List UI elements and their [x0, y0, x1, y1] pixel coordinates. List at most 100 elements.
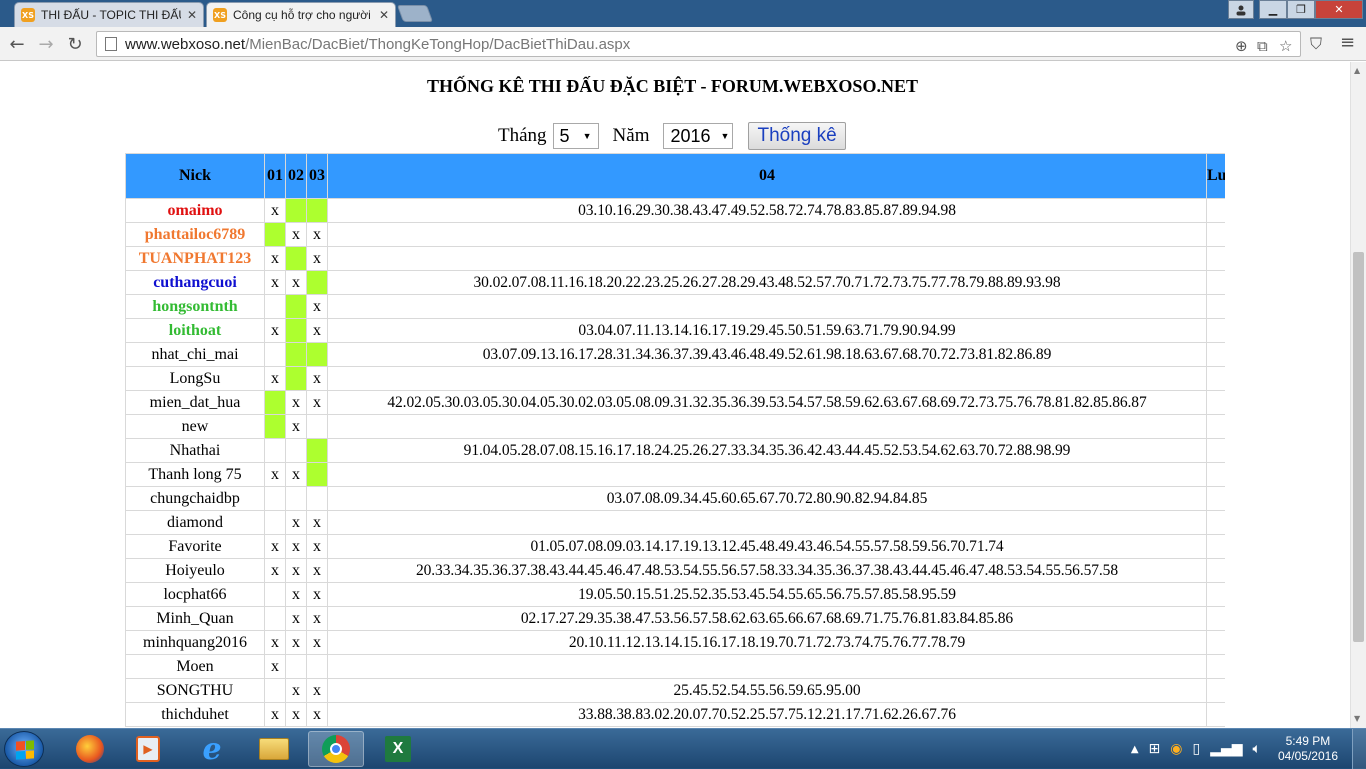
nick-cell[interactable]: LongSu: [125, 366, 265, 391]
maximize-button[interactable]: ❐: [1287, 0, 1315, 19]
reload-icon: ↻: [67, 33, 83, 55]
taskbar-firefox[interactable]: [62, 731, 118, 767]
year-select[interactable]: 2016 ▼: [663, 123, 734, 149]
results-table-container: Nick 01 02 03 04 Lư omaimo x 03.10.16.29.3…: [125, 153, 1225, 728]
taskbar-file-explorer[interactable]: [246, 731, 302, 767]
table-row: hongsontnth x: [125, 294, 1225, 319]
app-tray-icon[interactable]: ◉: [1170, 741, 1182, 757]
nick-cell[interactable]: new: [125, 414, 265, 439]
nick-cell[interactable]: nhat_chi_mai: [125, 342, 265, 367]
nick-cell[interactable]: cuthangcuoi: [125, 270, 265, 295]
show-hidden-icons-icon[interactable]: ▲: [1131, 744, 1139, 755]
nick-cell[interactable]: chungchaidbp: [125, 486, 265, 511]
nick-cell[interactable]: TUANPHAT123: [125, 246, 265, 271]
nick-cell[interactable]: Favorite: [125, 534, 265, 559]
taskbar-chrome[interactable]: [308, 731, 364, 767]
day-04-numbers-cell: 42.02.05.30.03.05.30.04.05.30.02.03.05.0…: [327, 390, 1207, 415]
day-01-cell: [264, 510, 286, 535]
day-02-cell: x: [285, 390, 307, 415]
scroll-thumb[interactable]: [1353, 252, 1364, 642]
nick-cell[interactable]: loithoat: [125, 318, 265, 343]
reload-button[interactable]: ↻: [64, 33, 86, 55]
nick-cell[interactable]: Hoiyeulo: [125, 558, 265, 583]
nick-cell[interactable]: SONGTHU: [125, 678, 265, 703]
dropdown-arrow-icon: ▼: [582, 131, 592, 141]
nick-cell[interactable]: Minh_Quan: [125, 606, 265, 631]
day-02-cell: [285, 246, 307, 271]
day-03-cell: x: [306, 630, 328, 655]
day-02-cell: x: [285, 630, 307, 655]
day-01-cell: x: [264, 462, 286, 487]
show-desktop-button[interactable]: [1352, 729, 1366, 769]
table-row: Hoiyeulo x x x 20.33.34.35.36.37.38.43.44.45…: [125, 558, 1225, 583]
nick-cell[interactable]: mien_dat_hua: [125, 390, 265, 415]
nick-cell[interactable]: locphat66: [125, 582, 265, 607]
new-tab-button[interactable]: [396, 5, 434, 22]
close-window-button[interactable]: ✕: [1315, 0, 1363, 19]
clock[interactable]: 5:49 PM 04/05/2016: [1278, 734, 1338, 764]
table-row: chungchaidbp 03.07.08.09.34.45.60.65.67.7…: [125, 486, 1225, 511]
taskbar-media-player[interactable]: ▶: [120, 731, 176, 767]
day-04-numbers-cell: [327, 246, 1207, 271]
scroll-up-icon[interactable]: ▲: [1354, 66, 1360, 75]
day-01-cell: x: [264, 198, 286, 223]
chrome-icon: [322, 735, 350, 763]
url-domain: www.webxoso.net: [125, 35, 246, 53]
taskbar-excel[interactable]: X: [370, 731, 426, 767]
table-row: diamond x x: [125, 510, 1225, 535]
day-03-cell: x: [306, 534, 328, 559]
day-01-cell: [264, 390, 286, 415]
page-icon: [105, 37, 117, 51]
back-button[interactable]: ←: [6, 33, 28, 55]
minimize-button[interactable]: ▁: [1259, 0, 1287, 19]
internet-explorer-icon: e: [202, 731, 222, 767]
zoom-icon[interactable]: ⊕: [1235, 37, 1248, 55]
tab-close-icon[interactable]: ✕: [187, 8, 197, 22]
vertical-scrollbar[interactable]: ▲ ▼: [1350, 62, 1366, 728]
last-column-cell: [1206, 366, 1225, 391]
table-row: phattailoc6789 x x: [125, 222, 1225, 247]
filter-form: Tháng 5 ▼ Năm 2016 ▼ Thống kê: [498, 122, 846, 150]
menu-icon[interactable]: ≡: [1340, 32, 1355, 53]
day-04-numbers-cell: [327, 414, 1207, 439]
header-02: 02: [285, 153, 307, 199]
bookmark-star-icon[interactable]: ☆: [1279, 37, 1292, 55]
nick-cell[interactable]: Thanh long 75: [125, 462, 265, 487]
nick-cell[interactable]: phattailoc6789: [125, 222, 265, 247]
address-bar[interactable]: www.webxoso.net/MienBac/DacBiet/ThongKeT…: [96, 31, 1301, 57]
day-04-numbers-cell: [327, 366, 1207, 391]
last-column-cell: [1206, 582, 1225, 607]
nick-cell[interactable]: Moen: [125, 654, 265, 679]
battery-icon[interactable]: ▯: [1193, 741, 1201, 757]
scroll-down-icon[interactable]: ▼: [1354, 714, 1360, 723]
statistics-button[interactable]: Thống kê: [748, 122, 846, 150]
day-04-numbers-cell: [327, 294, 1207, 319]
browser-toolbar: ← → ↻ www.webxoso.net/MienBac/DacBiet/Th…: [0, 27, 1366, 61]
translate-icon[interactable]: ⧉: [1257, 37, 1268, 55]
start-button[interactable]: [4, 731, 44, 767]
system-tray: ▲ ⊞ ◉ ▯ ▂▄▆ 🔈︎ 5:49 PM 04/05/2016: [1126, 729, 1366, 769]
webxoso-favicon-icon: XS: [21, 8, 35, 22]
close-icon: ✕: [1334, 3, 1344, 16]
forward-button[interactable]: →: [35, 33, 57, 55]
nick-cell[interactable]: Nhathai: [125, 438, 265, 463]
last-column-cell: [1206, 294, 1225, 319]
nick-cell[interactable]: minhquang2016: [125, 630, 265, 655]
nick-cell[interactable]: thichduhet: [125, 702, 265, 727]
day-04-numbers-cell: 03.04.07.11.13.14.16.17.19.29.45.50.51.5…: [327, 318, 1207, 343]
nick-cell[interactable]: hongsontnth: [125, 294, 265, 319]
tab-cong-cu[interactable]: XS Công cụ hỗ trợ cho người ✕: [206, 2, 396, 27]
month-select[interactable]: 5 ▼: [552, 123, 599, 149]
nick-cell[interactable]: diamond: [125, 510, 265, 535]
volume-icon[interactable]: 🔈︎: [1253, 741, 1261, 757]
taskbar-internet-explorer[interactable]: e: [184, 731, 240, 767]
nick-cell[interactable]: omaimo: [125, 198, 265, 223]
network-signal-icon[interactable]: ▂▄▆: [1210, 741, 1242, 757]
tab-thi-dau[interactable]: XS THI ĐẤU - TOPIC THI ĐẤU ✕: [14, 2, 204, 27]
tab-close-icon[interactable]: ✕: [379, 8, 389, 22]
shield-extension-icon[interactable]: ⛉: [1310, 34, 1322, 54]
windows-flag-tray-icon[interactable]: ⊞: [1149, 741, 1161, 757]
day-04-numbers-cell: 03.07.08.09.34.45.60.65.67.70.72.80.90.8…: [327, 486, 1207, 511]
arrow-left-icon: ←: [9, 33, 25, 55]
user-profile-button[interactable]: [1228, 0, 1254, 19]
